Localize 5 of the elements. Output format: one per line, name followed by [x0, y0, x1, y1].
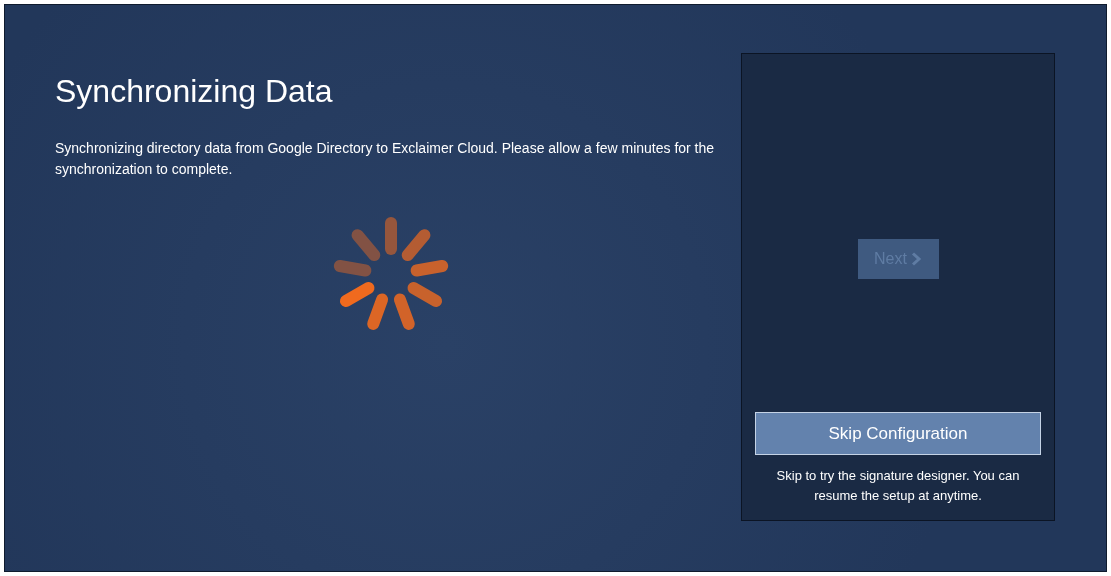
chevron-right-icon [910, 252, 922, 266]
skip-configuration-button[interactable]: Skip Configuration [755, 412, 1041, 455]
skip-note-text: Skip to try the signature designer. You can resume the setup at anytime. [775, 467, 1021, 505]
description-text: Synchronizing directory data from Google Directory to Exclaimer Cloud. Please allow a few minutes for the synchronization to complete. [55, 139, 716, 179]
page-title: Synchronizing Data [55, 73, 334, 110]
